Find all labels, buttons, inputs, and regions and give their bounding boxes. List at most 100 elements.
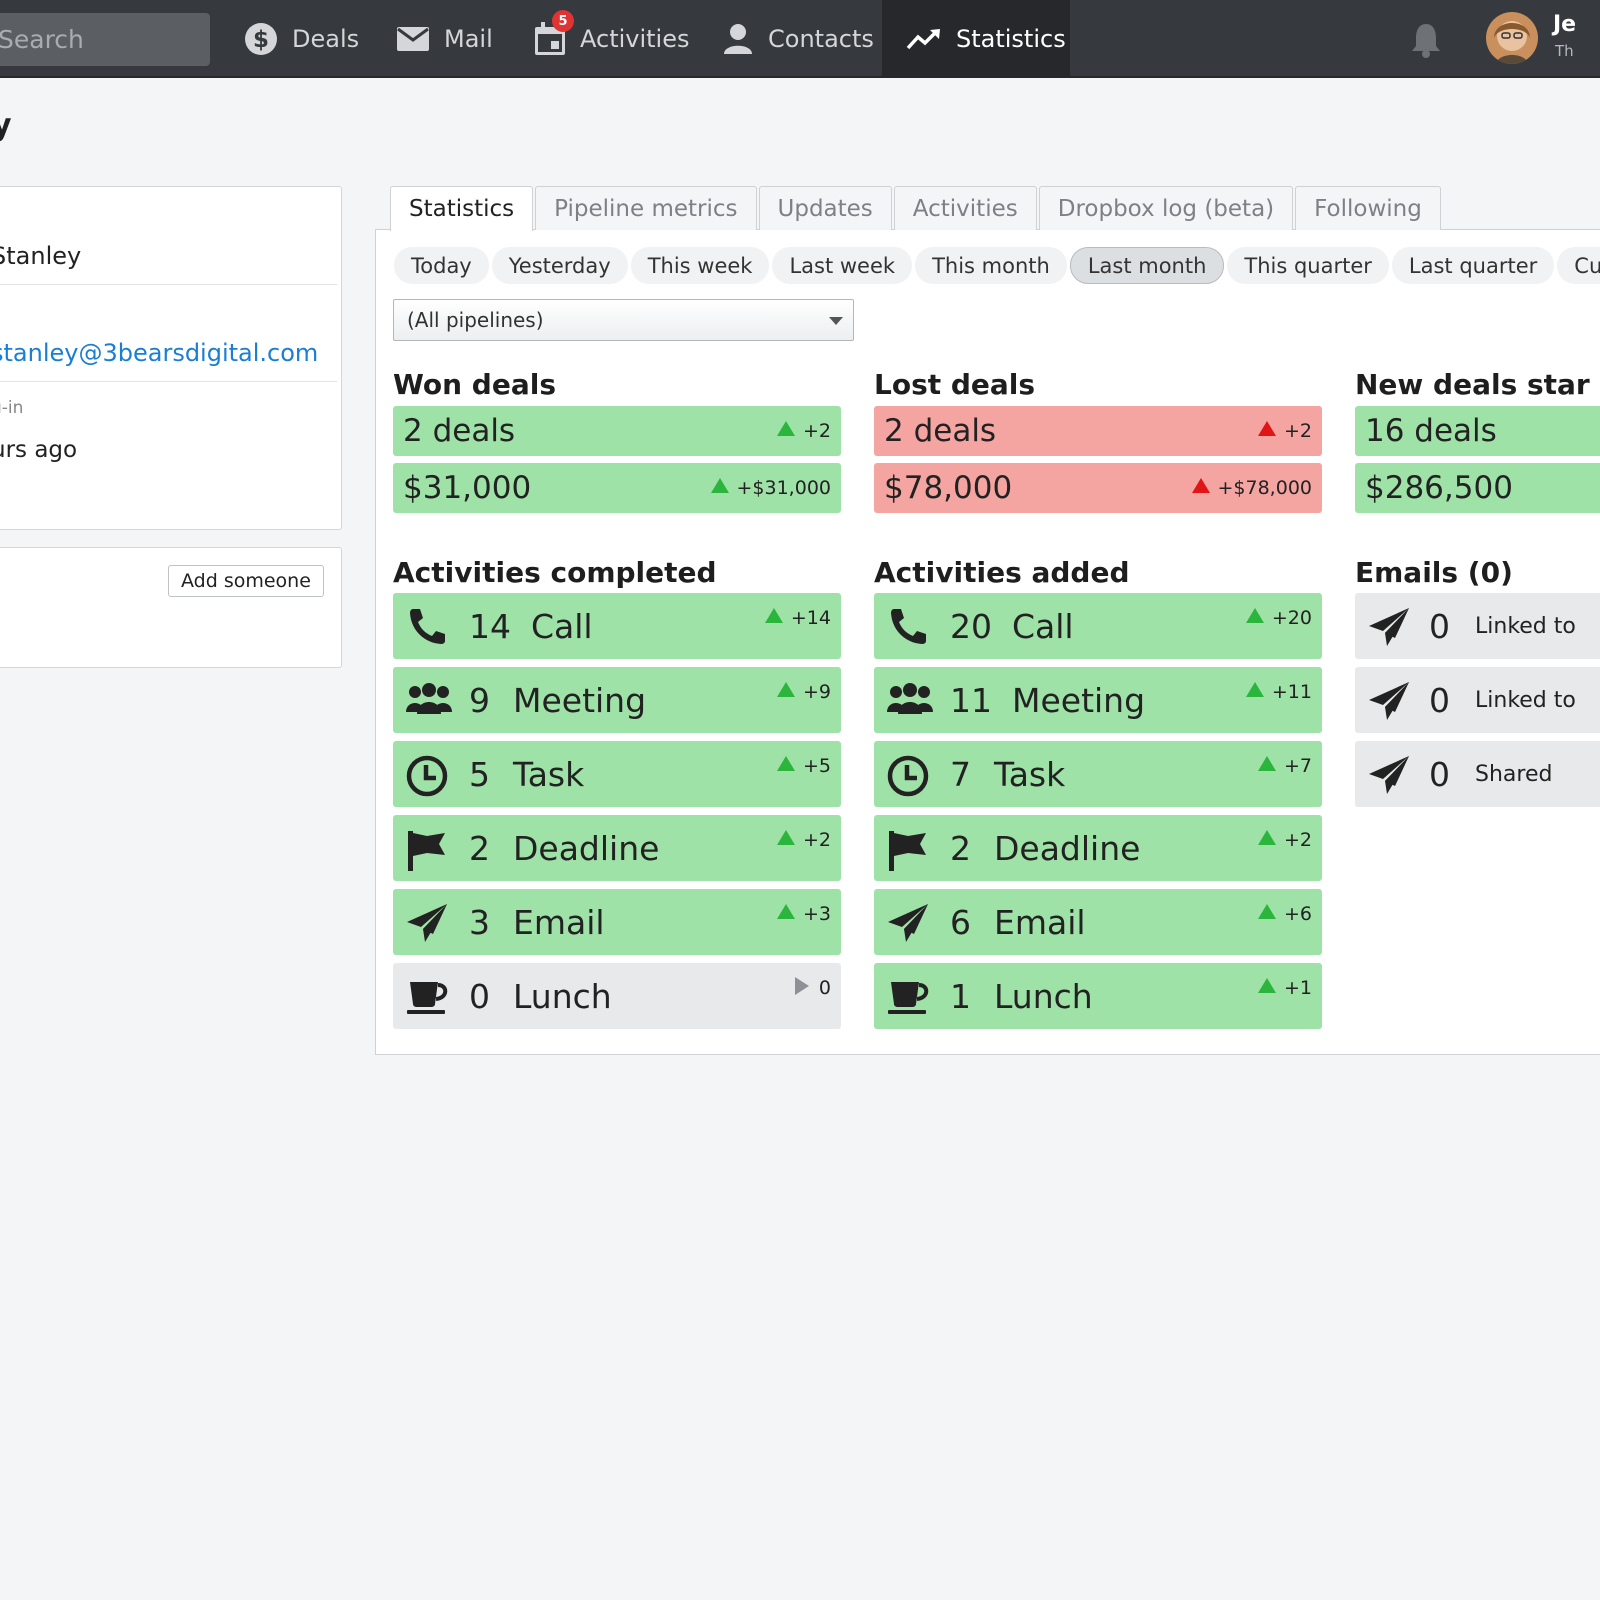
- activity-type-label: Email: [994, 902, 1086, 942]
- activity-delta: +9: [776, 667, 831, 717]
- search-box[interactable]: [0, 13, 210, 66]
- won-deals-value[interactable]: $31,000 +$31,000: [393, 463, 841, 513]
- trend-up-icon: [710, 477, 729, 493]
- period-last-week[interactable]: Last week: [772, 247, 913, 284]
- period-custom[interactable]: Cust: [1557, 247, 1600, 284]
- bell-icon[interactable]: [1410, 22, 1442, 58]
- tab-bar: Statistics Pipeline metrics Updates Acti…: [390, 186, 1443, 231]
- flag-icon: [405, 828, 449, 871]
- activity-row-email[interactable]: 3 Email +3: [393, 889, 841, 955]
- email-count: 0: [1429, 754, 1450, 794]
- new-deals-value[interactable]: $286,500: [1355, 463, 1600, 513]
- activity-count: 20: [950, 606, 992, 646]
- email-stat-row[interactable]: 0 Linked to: [1355, 593, 1600, 659]
- top-navbar: $ Deals Mail 5 Activities Contacts Stati…: [0, 0, 1600, 78]
- nav-statistics[interactable]: Statistics: [882, 0, 1070, 78]
- period-today[interactable]: Today: [394, 247, 489, 284]
- activity-delta: +1: [1257, 963, 1312, 1013]
- email-stat-label: Linked to: [1475, 613, 1576, 639]
- nav-contacts[interactable]: Contacts: [722, 0, 874, 78]
- tab-statistics[interactable]: Statistics: [390, 186, 534, 231]
- user-company: Th: [1555, 42, 1574, 60]
- delta-text: +3: [802, 903, 831, 925]
- activity-row-lunch[interactable]: 1 Lunch +1: [874, 963, 1322, 1029]
- trend-up-icon: [1257, 420, 1276, 436]
- activity-type-label: Deadline: [994, 828, 1141, 868]
- search-input[interactable]: [0, 13, 198, 66]
- period-this-month[interactable]: This month: [915, 247, 1067, 284]
- lost-deals-value[interactable]: $78,000 +$78,000: [874, 463, 1322, 513]
- email-stat-row[interactable]: 0 Linked to: [1355, 667, 1600, 733]
- user-name[interactable]: Je: [1553, 12, 1576, 37]
- phone-icon: [886, 606, 930, 646]
- activity-row-email[interactable]: 6 Email +6: [874, 889, 1322, 955]
- clock-icon: [886, 754, 930, 797]
- tab-following[interactable]: Following: [1295, 186, 1441, 230]
- activity-row-task[interactable]: 5 Task +5: [393, 741, 841, 807]
- trend-up-icon: [776, 681, 795, 697]
- trend-up-icon: [776, 829, 795, 845]
- nav-mail[interactable]: Mail: [396, 0, 493, 78]
- won-count-delta: +2: [776, 406, 831, 456]
- activity-count: 2: [950, 828, 971, 868]
- period-last-quarter[interactable]: Last quarter: [1391, 247, 1555, 284]
- nav-deals[interactable]: $ Deals: [244, 0, 359, 78]
- period-last-month[interactable]: Last month: [1069, 247, 1225, 284]
- send-icon: [886, 902, 930, 942]
- send-icon: [1367, 680, 1411, 726]
- won-deals-count[interactable]: 2 deals +2: [393, 406, 841, 456]
- period-yesterday[interactable]: Yesterday: [491, 247, 628, 284]
- activity-row-call[interactable]: 14 Call +14: [393, 593, 841, 659]
- activity-delta: +5: [776, 741, 831, 791]
- activity-row-meeting[interactable]: 11 Meeting +11: [874, 667, 1322, 733]
- email-stat-label: Linked to: [1475, 687, 1576, 713]
- activity-count: 5: [469, 754, 490, 794]
- period-this-week[interactable]: This week: [630, 247, 770, 284]
- lost-count-delta: +2: [1257, 406, 1312, 456]
- tab-activities[interactable]: Activities: [893, 186, 1037, 230]
- activity-count: 2: [469, 828, 490, 868]
- group-icon: [405, 680, 452, 720]
- svg-text:$: $: [253, 27, 269, 53]
- tab-pipeline-metrics[interactable]: Pipeline metrics: [535, 186, 757, 230]
- trend-up-icon: [1257, 977, 1276, 993]
- avatar[interactable]: [1486, 12, 1538, 64]
- email-stat-row[interactable]: 0 Shared: [1355, 741, 1600, 807]
- group-icon: [886, 680, 933, 720]
- period-this-quarter[interactable]: This quarter: [1227, 247, 1389, 284]
- trend-icon: [906, 29, 940, 50]
- nav-activities[interactable]: 5 Activities: [534, 0, 690, 78]
- tab-updates[interactable]: Updates: [758, 186, 892, 230]
- add-someone-button[interactable]: Add someone: [168, 565, 324, 597]
- delta-text: +2: [1283, 829, 1312, 851]
- activity-row-meeting[interactable]: 9 Meeting +9: [393, 667, 841, 733]
- pipeline-select[interactable]: (All pipelines): [393, 299, 854, 341]
- phone-icon: [405, 606, 449, 646]
- delta-text: +11: [1271, 681, 1312, 703]
- emails-title: Emails (0): [1355, 556, 1513, 589]
- activity-count: 3: [469, 902, 490, 942]
- profile-name: Stanley: [0, 242, 82, 270]
- trend-up-icon: [776, 755, 795, 771]
- activity-count: 9: [469, 680, 490, 720]
- delta-text: +6: [1283, 903, 1312, 925]
- last-login-label: g-in: [0, 398, 24, 418]
- trend-up-icon: [1245, 681, 1264, 697]
- lost-deals-count[interactable]: 2 deals +2: [874, 406, 1322, 456]
- lost-value-amount: $78,000: [884, 470, 1013, 506]
- activity-row-deadline[interactable]: 2 Deadline +2: [393, 815, 841, 881]
- activity-row-lunch[interactable]: 0 Lunch 0: [393, 963, 841, 1029]
- profile-card: Stanley stanley@3bearsdigital.com g-in u…: [0, 186, 342, 530]
- activity-row-call[interactable]: 20 Call +20: [874, 593, 1322, 659]
- tab-dropbox-log[interactable]: Dropbox log (beta): [1038, 186, 1294, 230]
- activity-delta: +11: [1245, 667, 1312, 717]
- profile-email-link[interactable]: stanley@3bearsdigital.com: [0, 339, 318, 367]
- clock-icon: [405, 754, 449, 797]
- nav-statistics-label: Statistics: [956, 25, 1066, 53]
- activity-row-deadline[interactable]: 2 Deadline +2: [874, 815, 1322, 881]
- trend-up-icon: [1257, 755, 1276, 771]
- activity-row-task[interactable]: 7 Task +7: [874, 741, 1322, 807]
- new-deals-count[interactable]: 16 deals: [1355, 406, 1600, 456]
- new-count-value: 16 deals: [1365, 413, 1497, 449]
- activity-type-label: Task: [513, 754, 585, 794]
